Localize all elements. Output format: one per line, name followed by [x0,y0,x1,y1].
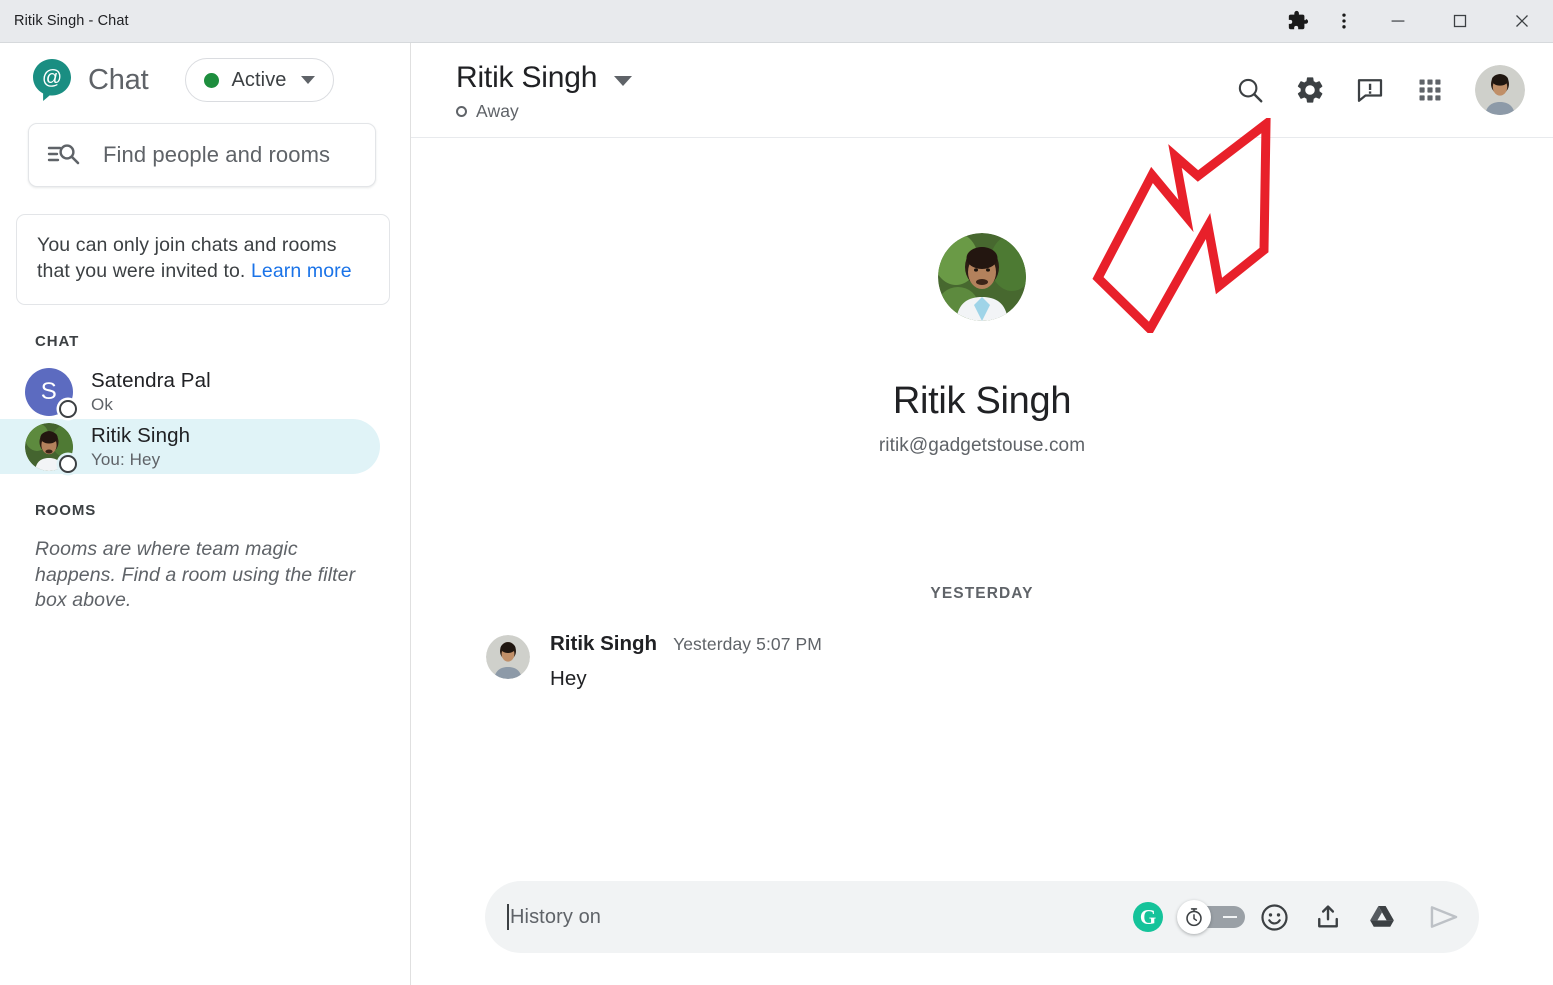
emoji-button[interactable] [1249,892,1299,942]
conversation-body: Ritik Singh ritik@gadgetstouse.com YESTE… [411,138,1553,985]
conversation-snippet: You: Hey [91,449,161,469]
avatar-photo [486,635,530,679]
minimize-icon [1391,20,1405,22]
avatar [25,422,77,473]
message-text: Hey [550,667,587,690]
text-caret [507,904,509,930]
browser-menu-button[interactable] [1321,0,1367,43]
message-avatar [486,635,530,679]
status-dropdown[interactable]: Active [185,58,334,102]
close-button[interactable] [1491,0,1553,43]
conversation-snippet: Ok [91,394,113,414]
conversation-name: Ritik Singh [91,423,191,447]
profile-name: Ritik Singh [892,380,1072,422]
left-sidebar: @ Chat Active Find people and rooms You … [0,43,411,985]
feedback-icon [1357,79,1383,102]
puzzle-piece-icon [1288,10,1309,30]
search-button[interactable] [1223,63,1277,117]
history-toggle[interactable] [1177,900,1245,934]
main-chat-pane: Ritik Singh Away Ritik Singh ritik@gadge… [411,43,1553,985]
send-button[interactable] [1417,890,1471,944]
message-input[interactable]: History on [507,904,1123,930]
google-drive-icon [1370,906,1394,927]
account-avatar[interactable] [1475,65,1525,115]
message-composer[interactable]: History on G [485,881,1479,953]
conversation-name: Satendra Pal [91,368,211,392]
composer-value: History on [510,905,602,928]
maximize-icon [1453,14,1467,28]
chat-section-header: CHAT [35,333,80,351]
gear-icon [1297,77,1323,103]
conversation-text: Satendra Pal Ok [91,369,211,415]
page-title: Ritik Singh [456,61,598,94]
conversation-item-ritik-singh[interactable]: Ritik Singh You: Hey [0,419,380,475]
stopwatch-icon [1186,908,1202,927]
settings-button[interactable] [1283,63,1337,117]
google-drive-button[interactable] [1357,892,1407,942]
chat-app-window: Ritik Singh - Chat @ Chat Active Find pe… [0,0,1553,985]
filter-search-icon [47,144,80,165]
conversation-item-satendra-pal[interactable]: S Satendra Pal Ok [0,364,410,419]
maximize-button[interactable] [1429,0,1491,43]
profile-block: Ritik Singh ritik@gadgetstouse.com [411,138,1553,457]
conversation-text: Ritik Singh You: Hey [91,424,190,470]
message-timestamp: Yesterday 5:07 PM [673,634,822,654]
day-divider: YESTERDAY [930,585,1034,602]
message-author: Ritik Singh [550,632,658,655]
presence-away-icon [59,399,77,418]
window-title-bar: Ritik Singh - Chat [0,0,1553,43]
svg-text:@: @ [42,67,62,89]
emoji-icon [1260,903,1288,931]
avatar-photo [1475,65,1525,115]
extensions-button[interactable] [1275,0,1321,43]
search-input[interactable]: Find people and rooms [28,123,376,187]
search-icon [1238,78,1263,103]
apps-grid-icon [1419,79,1441,101]
close-icon [1516,15,1528,27]
message-item: Ritik Singh Yesterday 5:07 PM Hey [411,632,1553,691]
status-text: Away [476,101,519,121]
chat-header-title-row: Ritik Singh [456,61,633,95]
invite-notice-card: You can only join chats and rooms that y… [16,214,390,306]
send-icon [1430,906,1458,928]
chevron-down-icon[interactable] [614,75,633,86]
upload-button[interactable] [1303,892,1353,942]
composer-tools: G [1123,890,1471,944]
minimize-button[interactable] [1367,0,1429,43]
chat-header-titles: Ritik Singh Away [411,43,633,122]
search-placeholder: Find people and rooms [103,142,331,167]
brand-row: @ Chat Active [0,43,410,105]
toggle-dash [1223,916,1237,918]
message-content: Ritik Singh Yesterday 5:07 PM Hey [550,632,822,691]
chat-header-actions [1223,43,1553,117]
chat-at-bubble-icon: @ [33,59,71,101]
chat-header: Ritik Singh Away [411,43,1553,138]
avatar: S [25,367,77,418]
chat-header-status: Away [456,101,632,122]
presence-away-icon [456,106,467,117]
status-label: Active [231,68,287,91]
window-title: Ritik Singh - Chat [14,13,129,29]
grammarly-button[interactable]: G [1123,892,1173,942]
profile-avatar [938,233,1026,321]
conversation-list: S Satendra Pal Ok Ritik Singh You: Hey [0,364,410,475]
grammarly-icon: G [1133,902,1163,932]
presence-away-icon [59,454,77,473]
three-dot-menu-icon [1342,13,1346,29]
upload-icon [1318,905,1338,928]
chevron-down-icon [300,76,315,84]
avatar-photo [938,233,1026,321]
feedback-button[interactable] [1343,63,1397,117]
rooms-section-header: ROOMS [35,502,97,520]
brand-name: Chat [88,63,149,96]
toggle-knob [1177,900,1211,934]
profile-email: ritik@gadgetstouse.com [878,435,1086,456]
message-header: Ritik Singh Yesterday 5:07 PM [550,632,822,656]
rooms-empty-text: Rooms are where team magic happens. Find… [35,538,356,612]
apps-button[interactable] [1403,63,1457,117]
status-dot-icon [204,72,220,88]
learn-more-link[interactable]: Learn more [251,260,352,282]
